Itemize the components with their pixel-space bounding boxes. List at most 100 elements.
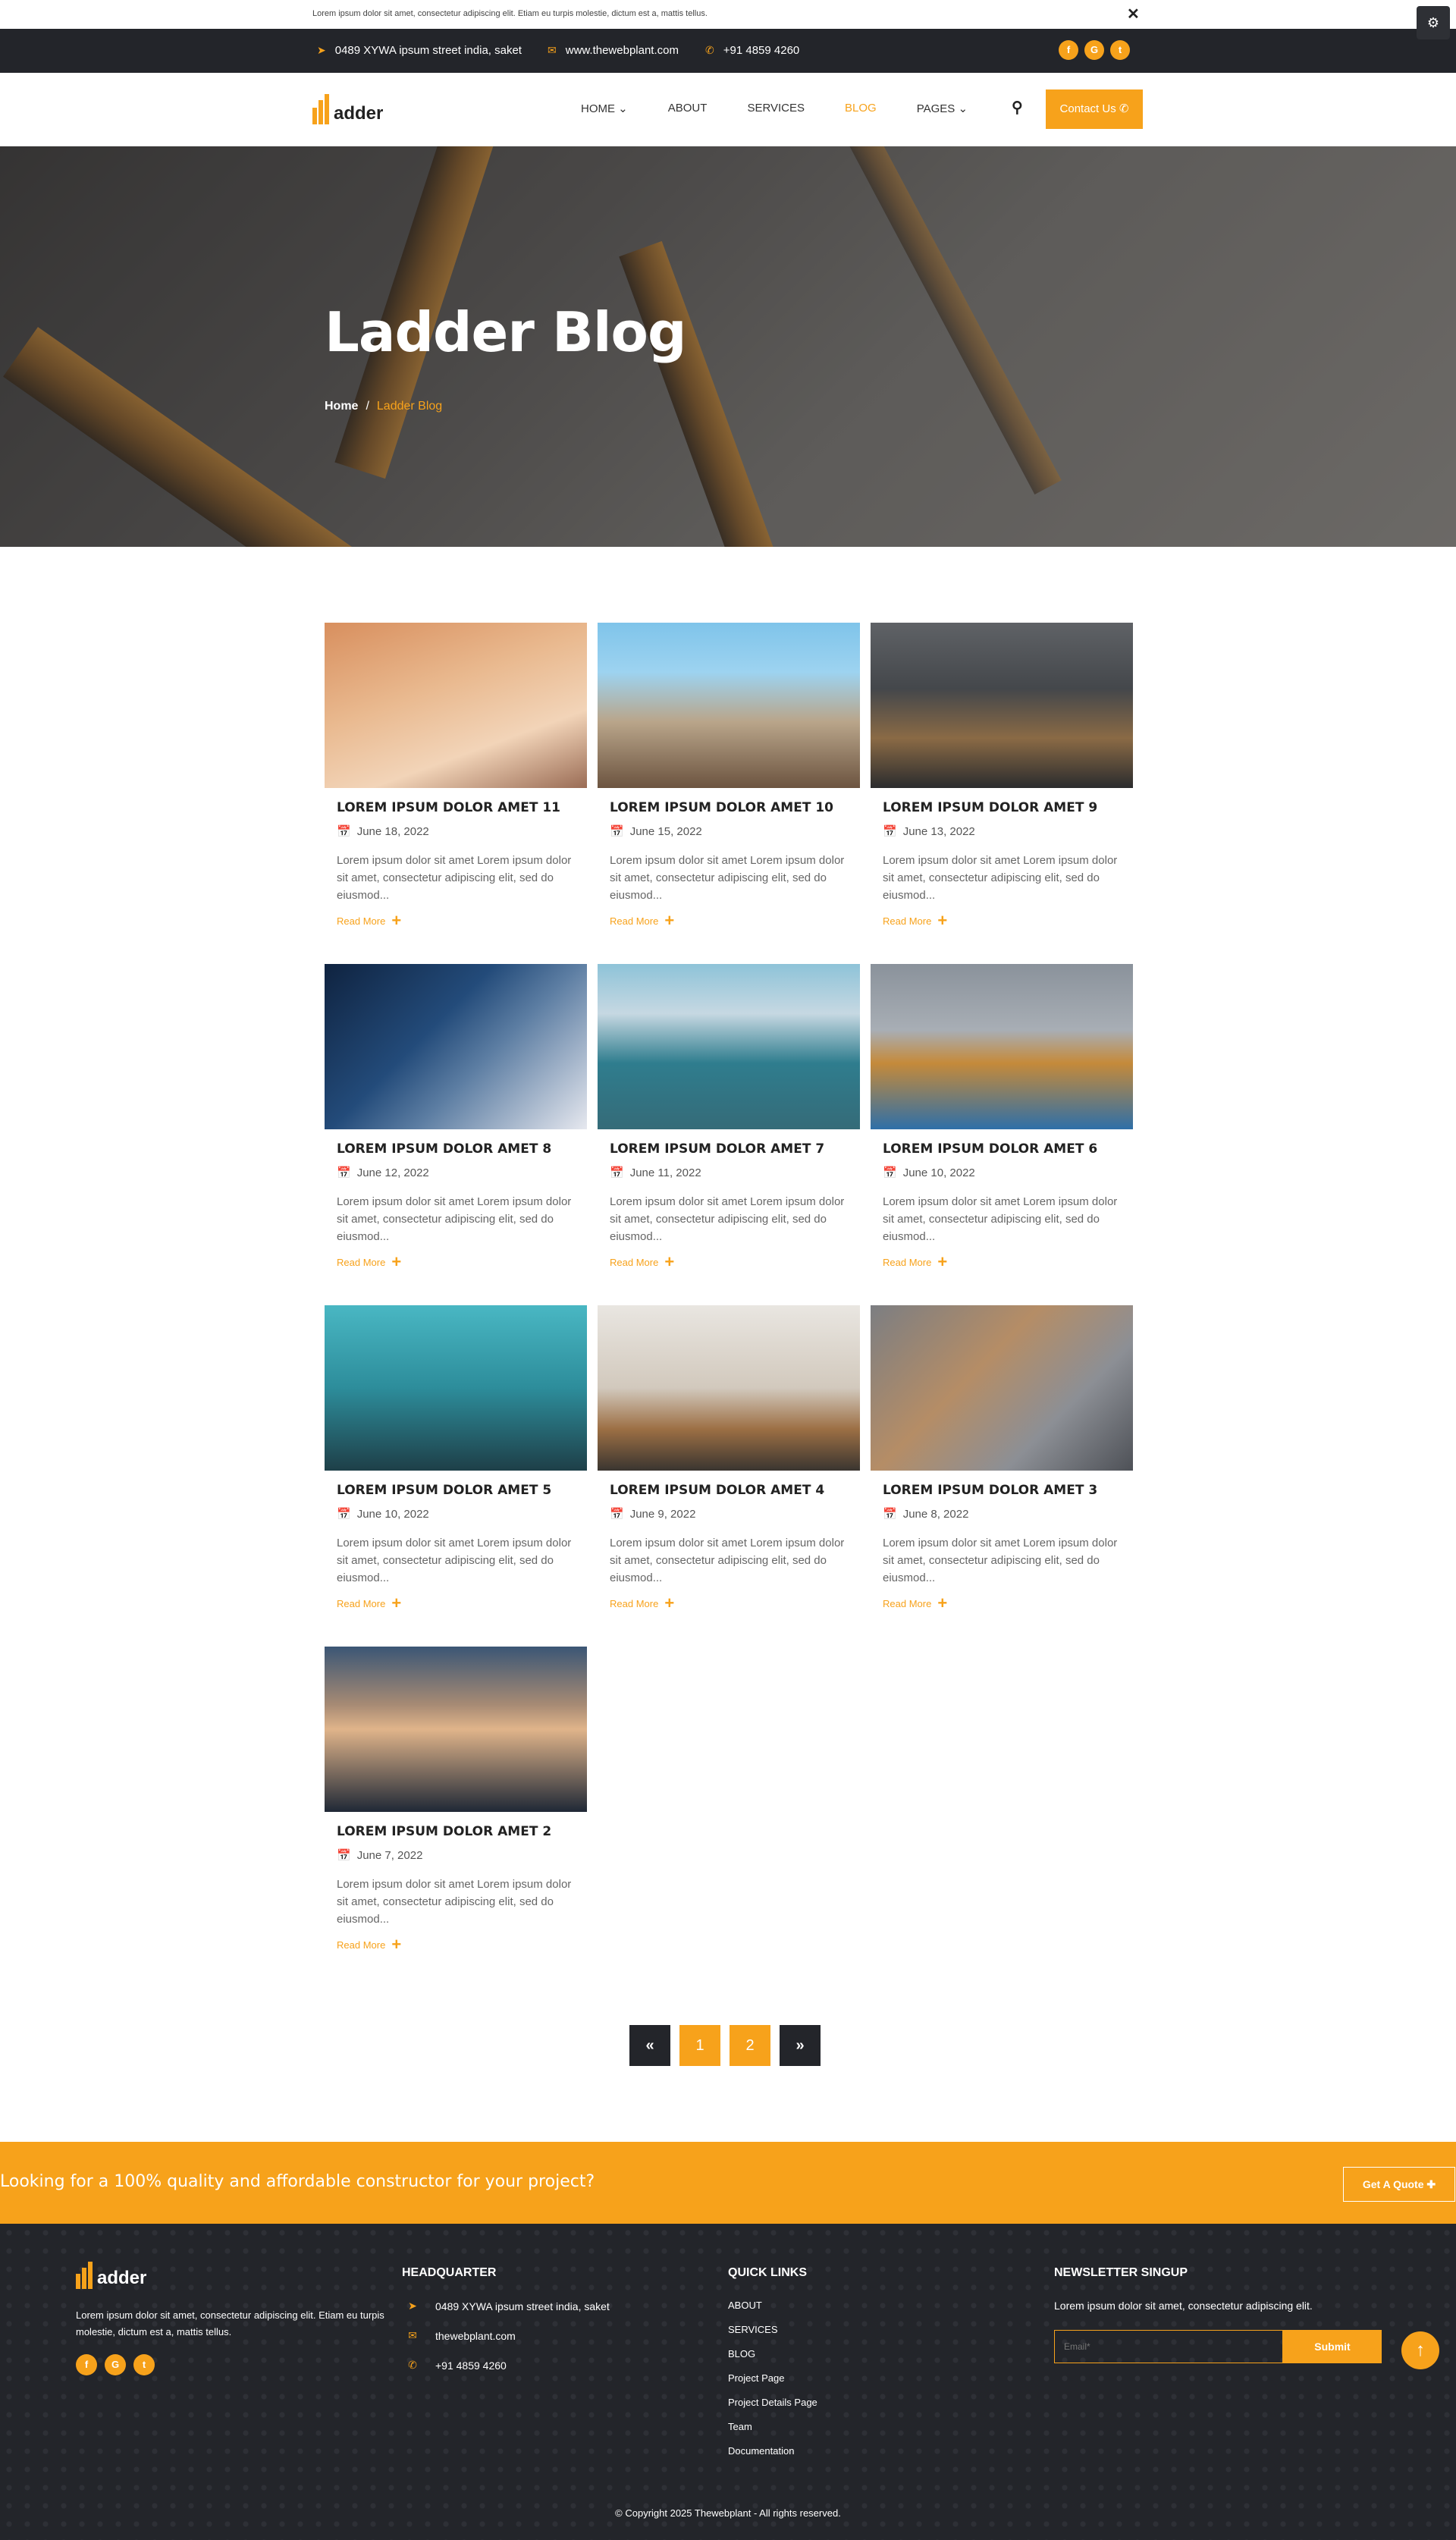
blog-card-excerpt: Lorem ipsum dolor sit amet Lorem ipsum d… bbox=[337, 854, 572, 902]
footer-link[interactable]: Project Page bbox=[728, 2372, 817, 2384]
blog-card: LOREM IPSUM DOLOR AMET 11 📅 June 18, 2022 L… bbox=[325, 623, 587, 930]
read-more-label[interactable]: Read More bbox=[337, 1939, 385, 1951]
nav-item-services[interactable]: SERVICES bbox=[747, 102, 805, 115]
blog-card-title[interactable]: LOREM IPSUM DOLOR AMET 2 bbox=[337, 1824, 587, 1839]
read-more-link[interactable]: Read More + bbox=[337, 911, 587, 930]
footer-link[interactable]: Team bbox=[728, 2421, 817, 2432]
footer-link[interactable]: BLOG bbox=[728, 2348, 817, 2359]
cta-banner: Looking for a 100% quality and affordabl… bbox=[0, 2142, 1456, 2224]
blog-card-image[interactable] bbox=[598, 964, 860, 1129]
nav-item-about[interactable]: ABOUT bbox=[668, 102, 708, 115]
read-more-label[interactable]: Read More bbox=[337, 915, 385, 927]
calendar-icon: 📅 bbox=[883, 1166, 897, 1179]
blog-card-excerpt: Lorem ipsum dolor sit amet Lorem ipsum d… bbox=[883, 1195, 1118, 1243]
plus-icon: + bbox=[391, 911, 402, 930]
pagination-prev[interactable]: « bbox=[629, 2025, 670, 2066]
blog-card-date: 📅 June 10, 2022 bbox=[337, 1507, 587, 1521]
footer-hq-website[interactable]: ✉ thewebplant.com bbox=[402, 2329, 610, 2342]
read-more-link[interactable]: Read More + bbox=[883, 912, 1133, 929]
blog-card-excerpt: Lorem ipsum dolor sit amet Lorem ipsum d… bbox=[883, 1537, 1118, 1584]
blog-card-title[interactable]: LOREM IPSUM DOLOR AMET 8 bbox=[337, 1141, 587, 1157]
nav-item-home[interactable]: HOME ⌄ bbox=[581, 102, 628, 115]
footer-link[interactable]: Project Details Page bbox=[728, 2397, 817, 2408]
blog-card-image[interactable] bbox=[871, 623, 1133, 788]
newsletter-email-input[interactable] bbox=[1054, 2330, 1283, 2363]
blog-card-title[interactable]: LOREM IPSUM DOLOR AMET 5 bbox=[337, 1483, 587, 1498]
envelope-icon: ✉ bbox=[408, 2329, 417, 2341]
breadcrumb-separator: / bbox=[366, 400, 369, 413]
contact-us-button[interactable]: Contact Us ✆ bbox=[1046, 89, 1143, 129]
blog-card-excerpt: Lorem ipsum dolor sit amet Lorem ipsum d… bbox=[337, 1195, 572, 1243]
read-more-link[interactable]: Read More + bbox=[883, 1252, 1133, 1271]
blog-card-image[interactable] bbox=[325, 623, 587, 788]
back-to-top-icon[interactable]: ↑ bbox=[1401, 2331, 1439, 2369]
read-more-label[interactable]: Read More bbox=[337, 1598, 385, 1609]
plus-icon: + bbox=[937, 1593, 948, 1612]
pagination: « 1 2 » bbox=[629, 2025, 821, 2066]
blog-card-image[interactable] bbox=[325, 1305, 587, 1471]
blog-card-title[interactable]: LOREM IPSUM DOLOR AMET 6 bbox=[883, 1141, 1133, 1157]
chat-widget-icon[interactable]: ⚙ bbox=[1417, 6, 1450, 39]
footer-hq-phone[interactable]: ✆ +91 4859 4260 bbox=[402, 2359, 610, 2372]
read-more-label[interactable]: Read More bbox=[883, 1598, 931, 1609]
read-more-link[interactable]: Read More + bbox=[337, 1936, 587, 1953]
read-more-label[interactable]: Read More bbox=[610, 1257, 658, 1268]
read-more-label[interactable]: Read More bbox=[337, 1257, 385, 1268]
footer-link[interactable]: Documentation bbox=[728, 2445, 817, 2457]
topbar-website[interactable]: ✉ www.thewebplant.com bbox=[548, 44, 679, 57]
blog-card-image[interactable] bbox=[598, 623, 860, 788]
read-more-link[interactable]: Read More + bbox=[610, 912, 860, 929]
nav-item-blog[interactable]: BLOG bbox=[845, 102, 877, 115]
pagination-next[interactable]: » bbox=[780, 2025, 821, 2066]
get-quote-button[interactable]: Get A Quote ✚ bbox=[1343, 2167, 1455, 2202]
pagination-page-2[interactable]: 2 bbox=[730, 2025, 770, 2066]
topbar-phone-text[interactable]: +91 4859 4260 bbox=[723, 44, 800, 57]
blog-card: LOREM IPSUM DOLOR AMET 4 📅 June 9, 2022 Lor… bbox=[598, 1305, 860, 1612]
twitter-icon[interactable]: t bbox=[133, 2354, 155, 2375]
twitter-icon[interactable]: t bbox=[1110, 40, 1130, 60]
footer-logo[interactable]: adder bbox=[76, 2262, 387, 2289]
footer-hq-phone-text[interactable]: +91 4859 4260 bbox=[435, 2359, 507, 2372]
breadcrumb-home[interactable]: Home bbox=[325, 400, 358, 413]
footer-hq-website-text[interactable]: thewebplant.com bbox=[435, 2330, 516, 2342]
location-arrow-icon: ➤ bbox=[317, 44, 326, 56]
read-more-label[interactable]: Read More bbox=[883, 1257, 931, 1268]
topbar-phone[interactable]: ✆ +91 4859 4260 bbox=[705, 44, 799, 57]
blog-card-title[interactable]: LOREM IPSUM DOLOR AMET 3 bbox=[883, 1483, 1133, 1498]
blog-card-title[interactable]: LOREM IPSUM DOLOR AMET 4 bbox=[610, 1483, 860, 1498]
nav-item-pages[interactable]: PAGES ⌄ bbox=[917, 102, 968, 115]
blog-card-title[interactable]: LOREM IPSUM DOLOR AMET 10 bbox=[610, 800, 860, 815]
read-more-link[interactable]: Read More + bbox=[610, 1595, 860, 1612]
blog-card-title[interactable]: LOREM IPSUM DOLOR AMET 9 bbox=[883, 800, 1133, 815]
blog-card-image[interactable] bbox=[325, 1647, 587, 1812]
google-icon[interactable]: G bbox=[105, 2354, 126, 2375]
google-icon[interactable]: G bbox=[1084, 40, 1104, 60]
blog-card-image[interactable] bbox=[871, 964, 1133, 1129]
blog-card-image[interactable] bbox=[871, 1305, 1133, 1471]
blog-card-title[interactable]: LOREM IPSUM DOLOR AMET 11 bbox=[337, 800, 587, 815]
newsletter-submit-button[interactable]: Submit bbox=[1283, 2330, 1382, 2363]
facebook-icon[interactable]: f bbox=[1059, 40, 1078, 60]
site-logo[interactable]: adder bbox=[312, 94, 383, 124]
footer-link[interactable]: SERVICES bbox=[728, 2324, 817, 2335]
close-icon[interactable]: ✕ bbox=[1127, 5, 1140, 24]
calendar-icon: 📅 bbox=[337, 825, 351, 838]
blog-card-excerpt: Lorem ipsum dolor sit amet Lorem ipsum d… bbox=[610, 1537, 845, 1584]
main-navbar: adder HOME ⌄ ABOUT SERVICES BLOG PAGES ⌄… bbox=[0, 73, 1456, 146]
read-more-label[interactable]: Read More bbox=[610, 915, 658, 927]
footer-link[interactable]: ABOUT bbox=[728, 2300, 817, 2311]
read-more-link[interactable]: Read More + bbox=[883, 1593, 1133, 1612]
read-more-label[interactable]: Read More bbox=[610, 1598, 658, 1609]
pagination-page-1[interactable]: 1 bbox=[679, 2025, 720, 2066]
blog-card-image[interactable] bbox=[325, 964, 587, 1129]
read-more-link[interactable]: Read More + bbox=[337, 1254, 587, 1270]
read-more-link[interactable]: Read More + bbox=[337, 1595, 587, 1612]
search-icon[interactable]: ⚲ bbox=[1012, 98, 1023, 117]
facebook-icon[interactable]: f bbox=[76, 2354, 97, 2375]
blog-card-title[interactable]: LOREM IPSUM DOLOR AMET 7 bbox=[610, 1141, 860, 1157]
topbar-website-text[interactable]: www.thewebplant.com bbox=[566, 44, 679, 57]
blog-card-image[interactable] bbox=[598, 1305, 860, 1471]
plus-icon: + bbox=[937, 1252, 948, 1271]
read-more-label[interactable]: Read More bbox=[883, 915, 931, 927]
read-more-link[interactable]: Read More + bbox=[610, 1254, 860, 1270]
